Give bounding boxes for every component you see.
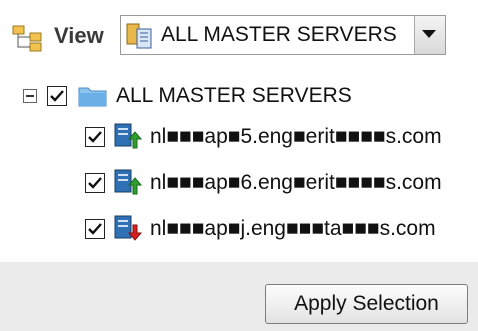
server-checkbox[interactable] <box>85 127 105 147</box>
server-up-icon <box>112 122 143 155</box>
root-checkbox[interactable] <box>47 86 67 106</box>
view-select[interactable]: ALL MASTER SERVERS <box>120 15 446 55</box>
tree-server-row: nl■■■ap■5.eng■erit■■■■s.com <box>0 121 478 151</box>
server-label[interactable]: nl■■■ap■6.eng■erit■■■■s.com <box>150 171 442 195</box>
tree-server-row: nl■■■ap■6.eng■erit■■■■s.com <box>0 167 478 197</box>
tree-root-row: ALL MASTER SERVERS <box>0 81 478 111</box>
server-label[interactable]: nl■■■ap■j.eng■■■ta■■■s.com <box>150 217 436 241</box>
toolbar: View ALL MASTER SERVERS <box>0 0 478 70</box>
server-checkbox[interactable] <box>85 173 105 193</box>
collapse-minus-icon[interactable] <box>23 89 37 103</box>
server-tree: ALL MASTER SERVERS nl■■■ap■5.eng■erit■■■… <box>0 70 478 262</box>
server-up-icon <box>112 168 143 201</box>
tree-server-row: nl■■■ap■j.eng■■■ta■■■s.com <box>0 213 478 243</box>
footer-bar: Apply Selection <box>0 262 478 331</box>
folder-icon <box>78 84 108 113</box>
apply-selection-button[interactable]: Apply Selection <box>265 284 468 324</box>
view-label: View <box>54 23 104 48</box>
server-label[interactable]: nl■■■ap■5.eng■erit■■■■s.com <box>150 125 442 149</box>
view-select-value: ALL MASTER SERVERS <box>161 23 397 46</box>
server-down-icon <box>112 214 143 247</box>
tree-root-label[interactable]: ALL MASTER SERVERS <box>116 84 352 108</box>
view-select-dropdown-button[interactable] <box>414 16 445 54</box>
server-checkbox[interactable] <box>85 219 105 239</box>
hierarchy-icon <box>12 24 46 52</box>
server-list-icon <box>125 22 155 50</box>
